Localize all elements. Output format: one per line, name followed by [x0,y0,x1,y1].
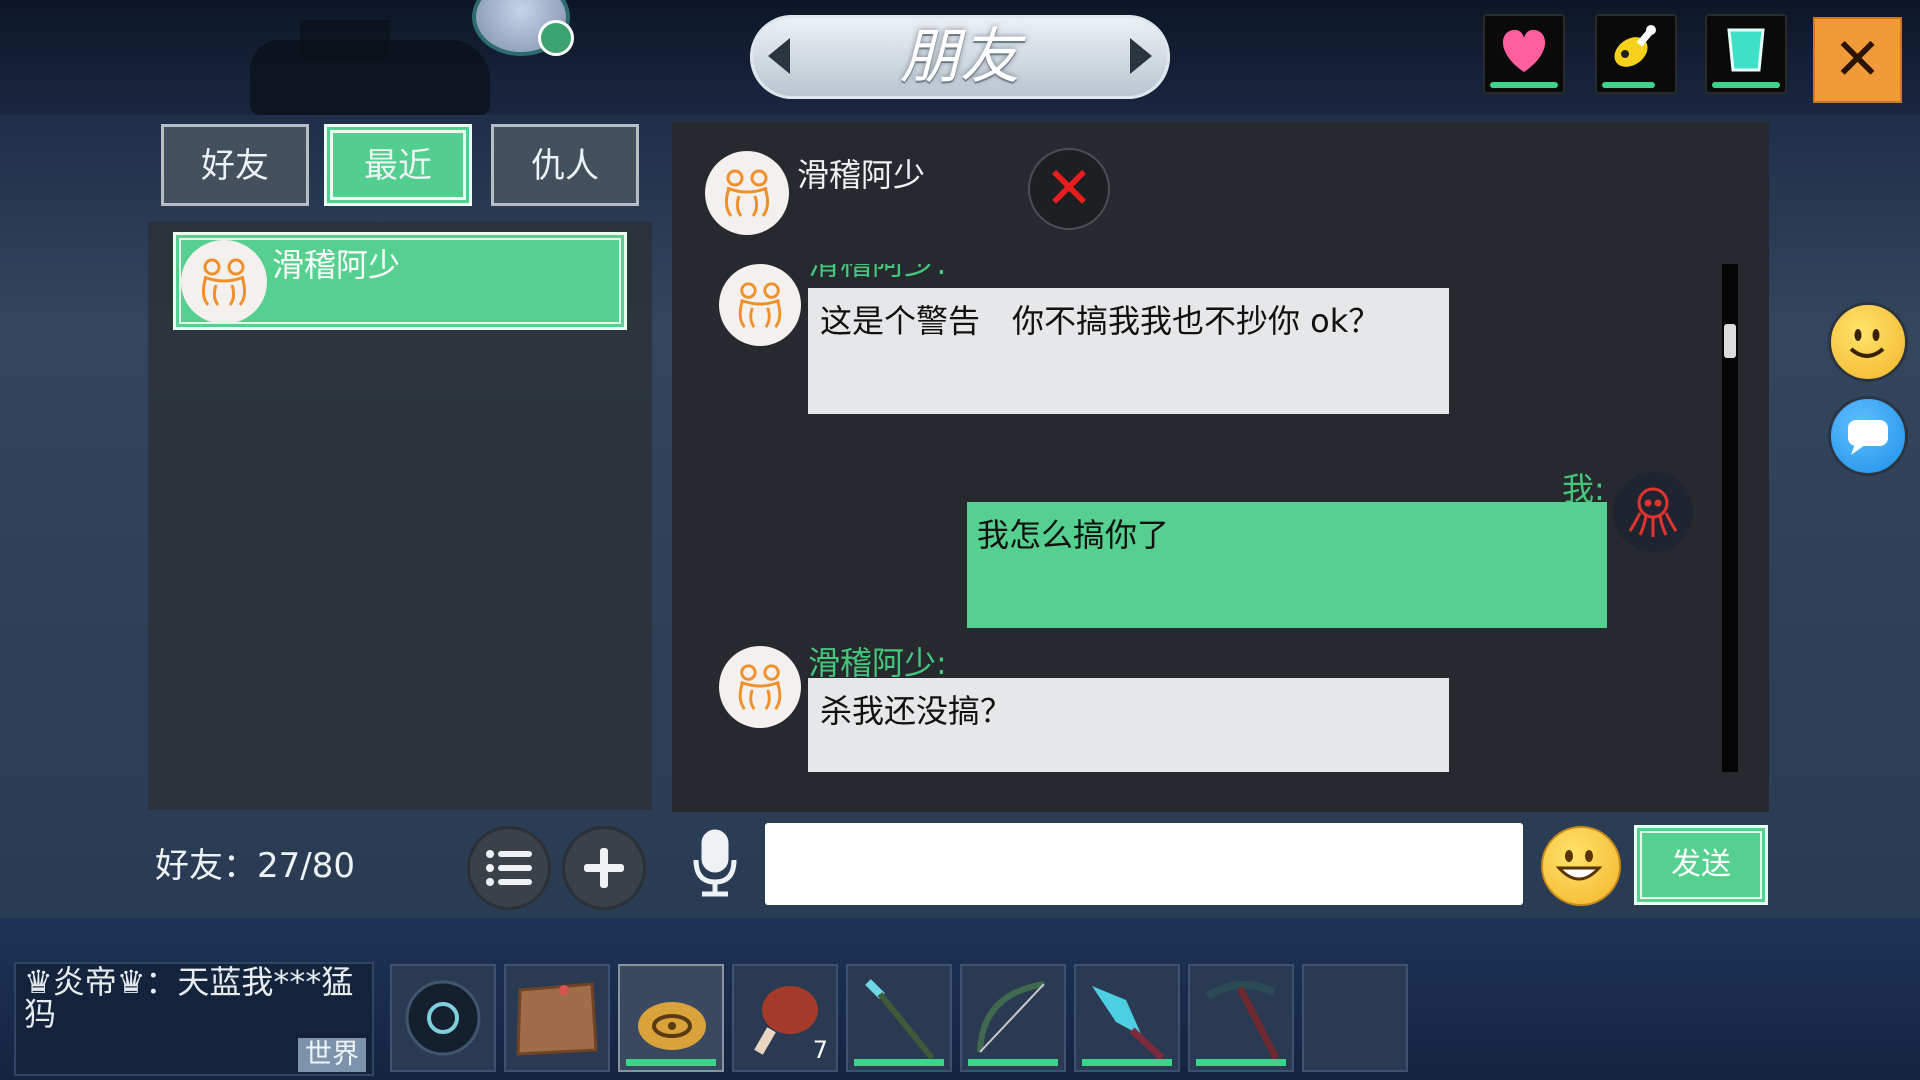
close-button[interactable]: ✕ [1813,17,1902,103]
hotbar-slot[interactable] [390,964,496,1072]
treasure-map-icon [516,982,598,1056]
smiley-icon [1849,329,1885,358]
emotes-button[interactable] [1828,302,1908,382]
hotbar-slot[interactable] [1074,964,1180,1072]
frog-icon [719,646,801,728]
friend-name: 滑稽阿少 [272,246,401,284]
health-stat [1483,14,1565,94]
microphone-icon [693,829,737,897]
world-channel-tag[interactable]: 世界 [298,1038,366,1072]
page-title: 朋友 [900,22,1020,92]
send-button[interactable]: 发送 [1634,825,1768,905]
hotbar-slot[interactable] [504,964,610,1072]
message-bubble: 这是个警告 你不搞我我也不抄你 ok？ [808,288,1449,414]
chat-toggle-button[interactable] [1828,396,1908,476]
chat-partner-name: 滑稽阿少 [797,156,926,194]
frog-icon [719,264,801,346]
hunger-stat [1595,14,1677,94]
dark-orb-icon [405,980,481,1056]
tab-recent[interactable]: 最近 [324,124,472,206]
tab-enemies[interactable]: 仇人 [491,124,639,206]
voice-badge-icon [538,20,574,56]
hotbar-slot-empty[interactable] [1302,964,1408,1072]
add-friend-button[interactable] [562,826,646,910]
water-cup-icon [1727,28,1765,72]
frog-icon [705,151,789,235]
spear-icon [865,979,935,1060]
message-bubble: 杀我还没搞？ [808,678,1449,772]
octopus-icon [1613,472,1693,552]
grin-emoji-icon [1555,850,1603,881]
hotbar-slot-selected[interactable] [618,964,724,1072]
heart-icon [1502,29,1546,72]
message-bubble: 我怎么搞你了 [967,502,1607,628]
bow-icon [977,981,1045,1053]
crystal-blade-icon [1092,986,1165,1061]
delete-chat-button[interactable]: ✕ [1028,148,1110,230]
chat-scrollbar-thumb[interactable] [1724,324,1736,358]
drumstick-icon [1614,25,1656,67]
friend-count: 好友：27/80 [155,846,355,886]
voice-input-button[interactable] [688,828,742,900]
hotbar-slot[interactable]: 7 [732,964,838,1072]
message-sender: 滑稽阿少: [808,264,947,284]
speech-bubble-icon [1848,420,1888,455]
message-list: 滑稽阿少: 这是个警告 你不搞我我也不抄你 ok？ 我: 我怎么搞你了 滑稽阿少… [672,264,1712,772]
tab-friends[interactable]: 好友 [161,124,309,206]
plus-icon [584,848,624,888]
water-gourd-icon [638,1002,706,1050]
world-chat-message: ♛炎帝♛：天蓝我***猛犸 [24,963,354,1033]
frog-icon [181,240,267,324]
item-count: 7 [812,1036,828,1064]
hotbar-slot[interactable] [1188,964,1294,1072]
background-ship-cabin [300,20,390,60]
hotbar-slot[interactable] [960,964,1066,1072]
list-icon [486,850,532,886]
thirst-stat [1705,14,1787,94]
emoji-button[interactable] [1541,826,1621,906]
friend-menu-button[interactable] [467,826,551,910]
pickaxe-icon [1205,980,1280,1060]
hotbar-slot[interactable] [846,964,952,1072]
chat-input[interactable] [765,823,1523,905]
